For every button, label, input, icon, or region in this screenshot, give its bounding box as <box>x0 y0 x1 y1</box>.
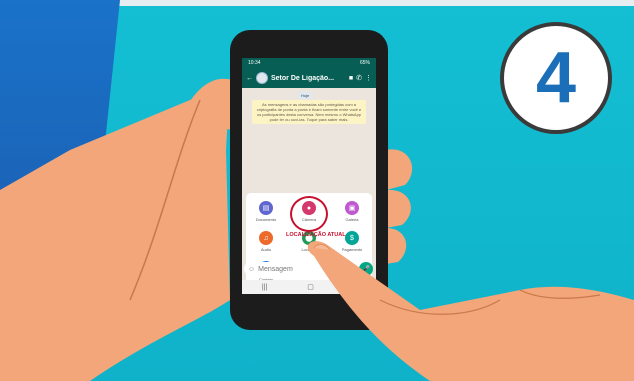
status-bar: 10:34 65% <box>242 58 376 68</box>
phone-call-icon[interactable]: ✆ <box>356 75 362 82</box>
message-input[interactable]: ☺ Mensagem ◉ <box>244 262 356 276</box>
document-icon: ▤ <box>259 201 273 215</box>
step-number: 4 <box>535 38 577 118</box>
camera-small-icon[interactable]: ◉ <box>346 266 352 273</box>
attach-gallery[interactable]: ▣ Galeria <box>338 201 366 222</box>
attach-label: Galeria <box>345 217 359 222</box>
step-badge: 4 <box>500 22 612 134</box>
battery-level: 65% <box>359 60 370 66</box>
location-highlight-ring <box>290 196 328 232</box>
gallery-icon: ▣ <box>345 201 359 215</box>
emoji-icon[interactable]: ☺ <box>248 266 255 273</box>
home-icon[interactable]: ▢ <box>307 283 314 291</box>
tutorial-illustration: 10:34 65% ← Setor De Ligação... ■ ✆ ⋮ Ho… <box>0 0 634 381</box>
attach-document[interactable]: ▤ Documento <box>252 201 280 222</box>
chat-title[interactable]: Setor De Ligação... <box>271 75 346 82</box>
more-options-icon[interactable]: ⋮ <box>365 75 372 82</box>
video-call-icon[interactable]: ■ <box>349 75 353 82</box>
location-caption: LOCALIZAÇÃO ATUAL <box>286 232 346 238</box>
phone-screen: 10:34 65% ← Setor De Ligação... ■ ✆ ⋮ Ho… <box>242 58 376 294</box>
message-placeholder: Mensagem <box>258 265 293 273</box>
date-chip: Hoje <box>298 92 313 99</box>
attach-label: Áudio <box>260 247 272 252</box>
attach-label: Location <box>301 247 317 252</box>
encryption-notice[interactable]: As mensagens e as chamadas são protegida… <box>252 100 366 124</box>
headphones-icon: ♫ <box>259 231 273 245</box>
attach-label: Documento <box>255 217 277 222</box>
attach-label: Pagamento <box>341 247 363 252</box>
payment-icon: $ <box>345 231 359 245</box>
microphone-button[interactable]: 🎤 <box>359 262 373 276</box>
left-blue-band <box>0 0 121 381</box>
back-nav-icon[interactable]: ‹ <box>354 284 356 291</box>
status-time: 10:34 <box>248 60 261 66</box>
attach-audio[interactable]: ♫ Áudio <box>252 231 280 252</box>
android-nav-bar: ||| ▢ ‹ <box>242 280 376 294</box>
recent-apps-icon[interactable]: ||| <box>262 284 267 291</box>
avatar[interactable] <box>256 72 268 84</box>
back-arrow-icon[interactable]: ← <box>246 75 253 82</box>
chat-header: ← Setor De Ligação... ■ ✆ ⋮ <box>242 68 376 88</box>
